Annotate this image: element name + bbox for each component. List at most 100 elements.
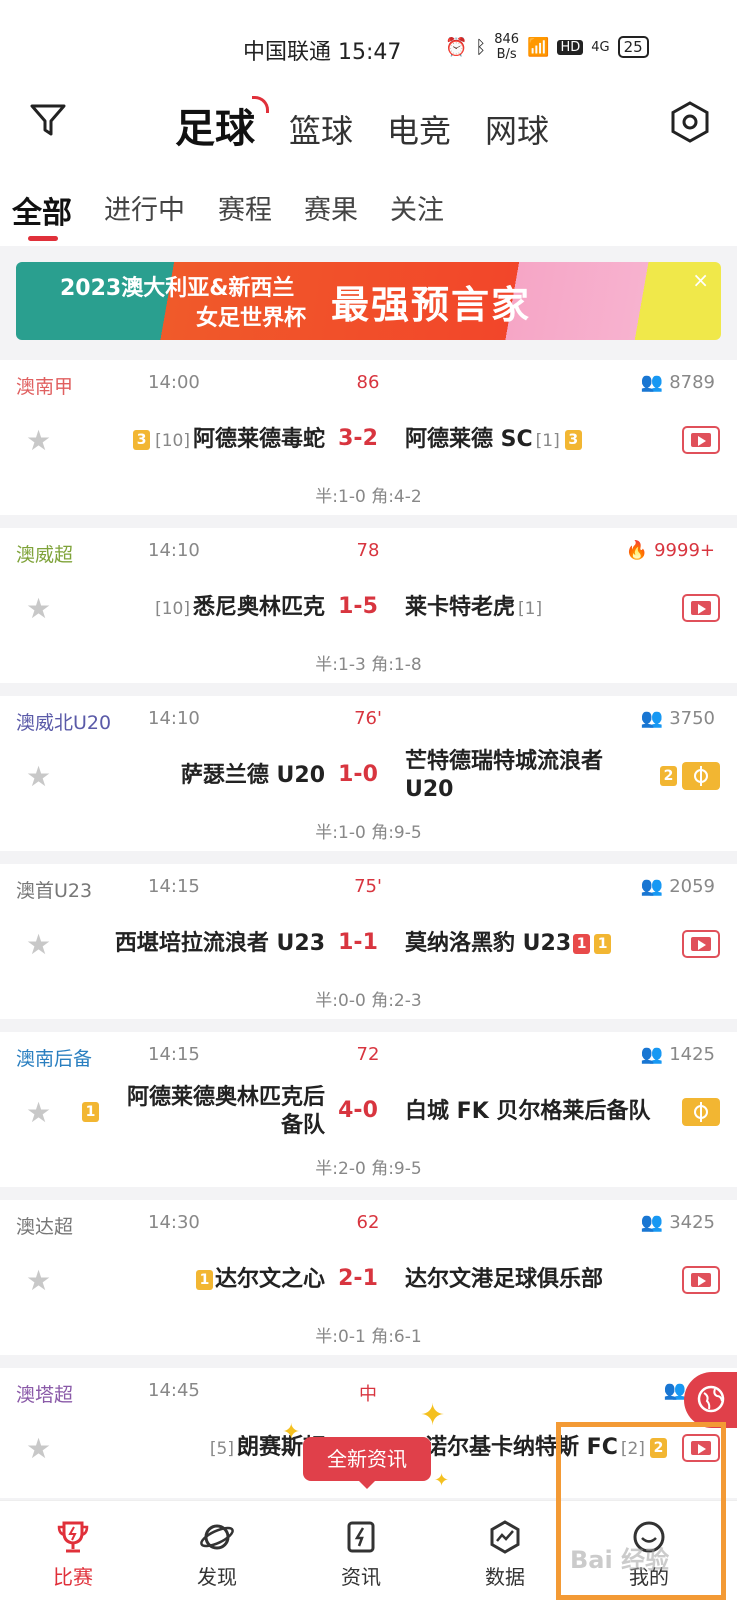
score: 1-1 [338, 930, 378, 955]
live-video-icon[interactable] [682, 594, 720, 622]
nav-data[interactable]: 数据 [460, 1519, 550, 1590]
banner-line1: 2023澳大利亚&新西兰 [60, 276, 295, 301]
sub-tabs: 全部 进行中 赛程 赛果 关注 [0, 170, 737, 246]
viewer-count: 👥 3750 [640, 708, 715, 729]
half-corner-info: 半:2-0 角:9-5 [315, 1159, 422, 1179]
favorite-star-icon[interactable]: ★ [26, 928, 51, 961]
match-card[interactable]: 澳南甲 14:00 86 👥 8789 ★ 3 [10] 阿德莱德毒蛇 3-2 阿德莱… [0, 360, 737, 515]
favorite-star-icon[interactable]: ★ [26, 1264, 51, 1297]
match-card[interactable]: 澳威北U20 14:10 76' 👥 3750 ★ 萨瑟兰德 U20 1-0 芒特… [0, 696, 737, 851]
signal-icon: 4G [591, 39, 610, 55]
tab-football[interactable]: 足球 [175, 96, 269, 154]
banner-close-icon[interactable]: × [692, 268, 709, 292]
match-minute: 76' [354, 708, 382, 729]
match-card[interactable]: 澳南后备 14:15 72 👥 1425 ★ 1 阿德莱德奥林匹克后备队 4-0 … [0, 1032, 737, 1187]
favorite-star-icon[interactable]: ★ [26, 1432, 51, 1465]
match-list: 澳南甲 14:00 86 👥 8789 ★ 3 [10] 阿德莱德毒蛇 3-2 阿德莱… [0, 360, 737, 1511]
yellow-card-icon: 1 [594, 934, 612, 954]
match-time: 14:15 [148, 1044, 200, 1065]
data-chart-icon [490, 1520, 520, 1554]
home-team: 阿德莱德奥林匹克后备队 [126, 1085, 325, 1138]
tab-tennis[interactable]: 网球 [485, 106, 549, 152]
filter-icon[interactable] [28, 100, 68, 140]
tab-esports[interactable]: 电竞 [387, 106, 451, 152]
globe-button[interactable] [684, 1372, 737, 1428]
nav-discover[interactable]: 发现 [172, 1519, 262, 1590]
planet-icon [200, 1524, 234, 1550]
trophy-icon [57, 1521, 89, 1553]
yellow-card-icon: 2 [660, 766, 677, 786]
away-team: 白城 FK 贝尔格莱后备队 [405, 1099, 651, 1124]
sport-tabs: 足球 篮球 电竞 网球 [175, 96, 583, 154]
match-minute: 62 [356, 1212, 380, 1233]
sparkle-icon: ✦ [434, 1470, 450, 1491]
viewer-count: 👥 1425 [640, 1044, 715, 1065]
viewers-icon: 👥 [640, 1044, 664, 1065]
globe-icon [697, 1385, 725, 1413]
match-time: 14:15 [148, 876, 200, 897]
subtab-following[interactable]: 关注 [390, 188, 444, 227]
home-team: 1 达尔文之心 [65, 1266, 325, 1294]
half-corner-info: 半:1-0 角:9-5 [315, 823, 422, 843]
score: 1-5 [338, 594, 378, 619]
home-team: 萨瑟兰德 U20 [180, 763, 325, 788]
wifi-icon: 📶 [527, 36, 550, 58]
red-card-icon: 1 [573, 934, 591, 954]
score: 1-0 [338, 762, 378, 787]
match-time: 14:30 [148, 1212, 200, 1233]
subtab-all[interactable]: 全部 [12, 188, 72, 232]
tab-basketball[interactable]: 篮球 [289, 106, 353, 152]
away-team: 莫纳洛黑豹 U23 1 1 [405, 930, 665, 958]
league-name: 澳南后备 [16, 1048, 93, 1070]
match-time: 14:10 [148, 708, 200, 729]
fire-icon: 🔥 [625, 540, 649, 561]
subtab-live[interactable]: 进行中 [104, 188, 185, 227]
viewers-icon: 👥 [640, 708, 664, 729]
live-video-icon[interactable] [682, 426, 720, 454]
yellow-card-icon: 3 [564, 430, 582, 450]
home-team: 3 [10] 阿德莱德毒蛇 [65, 426, 325, 455]
match-minute: 中 [359, 1384, 377, 1405]
match-card[interactable]: 澳首U23 14:15 75' 👥 2059 ★ 西堪培拉流浪者 U23 1-1 … [0, 864, 737, 1019]
favorite-star-icon[interactable]: ★ [26, 592, 51, 625]
status-bar: 中国联通 15:47 ⏰ ᛒ 846 B/s 📶 HD 4G 25 [0, 0, 737, 80]
field-animation-icon[interactable] [682, 762, 720, 790]
viewers-icon: 👥 [640, 372, 664, 393]
match-row: 1 达尔文之心 2-1 达尔文港足球俱乐部 [80, 1260, 640, 1320]
match-row: 3 [10] 阿德莱德毒蛇 3-2 阿德莱德 SC [1] 3 [80, 420, 640, 480]
new-news-tooltip[interactable]: 全新资讯 [303, 1437, 431, 1489]
subtab-results[interactable]: 赛果 [304, 188, 358, 227]
viewers-icon: 👥 [640, 876, 664, 897]
carrier-time: 中国联通 15:47 [243, 40, 402, 65]
match-time: 14:10 [148, 540, 200, 561]
promo-banner[interactable]: 2023澳大利亚&新西兰 女足世界杯 最强预言家 × [16, 262, 721, 340]
match-minute: 86 [356, 372, 380, 393]
settings-icon[interactable] [668, 100, 712, 144]
favorite-star-icon[interactable]: ★ [26, 424, 51, 457]
match-card[interactable]: 澳威超 14:10 78 🔥 9999+ ★ [10] 悉尼奥林匹克 1-5 莱卡特… [0, 528, 737, 683]
field-animation-icon[interactable] [682, 1098, 720, 1126]
live-video-icon[interactable] [682, 930, 720, 958]
league-name: 澳达超 [16, 1216, 74, 1238]
favorite-star-icon[interactable]: ★ [26, 1096, 51, 1129]
match-card[interactable]: 澳达超 14:30 62 👥 3425 ★ 1 达尔文之心 2-1 达尔文港足球俱乐… [0, 1200, 737, 1355]
live-video-icon[interactable] [682, 1266, 720, 1294]
league-name: 澳南甲 [16, 376, 74, 398]
viewer-count: 👥 2059 [640, 876, 715, 897]
half-corner-info: 半:1-0 角:4-2 [315, 487, 422, 507]
yellow-card-icon: 1 [195, 1270, 213, 1290]
nav-matches[interactable]: 比赛 [28, 1519, 118, 1590]
viewer-count: 👥 8789 [640, 372, 715, 393]
score: 2-1 [338, 1266, 378, 1291]
favorite-star-icon[interactable]: ★ [26, 760, 51, 793]
sparkle-icon: ✦ [420, 1398, 446, 1433]
match-row: 西堪培拉流浪者 U23 1-1 莫纳洛黑豹 U23 1 1 [80, 924, 640, 984]
half-corner-info: 半:0-0 角:2-3 [315, 991, 422, 1011]
battery-indicator: 25 [617, 36, 649, 58]
active-tab-indicator [28, 236, 58, 241]
bluetooth-icon: ᛒ [475, 36, 487, 58]
viewers-icon: 👥 [663, 1380, 687, 1401]
nav-news[interactable]: 资讯 [316, 1519, 406, 1590]
net-speed: 846 B/s [494, 32, 520, 62]
subtab-schedule[interactable]: 赛程 [218, 188, 272, 227]
